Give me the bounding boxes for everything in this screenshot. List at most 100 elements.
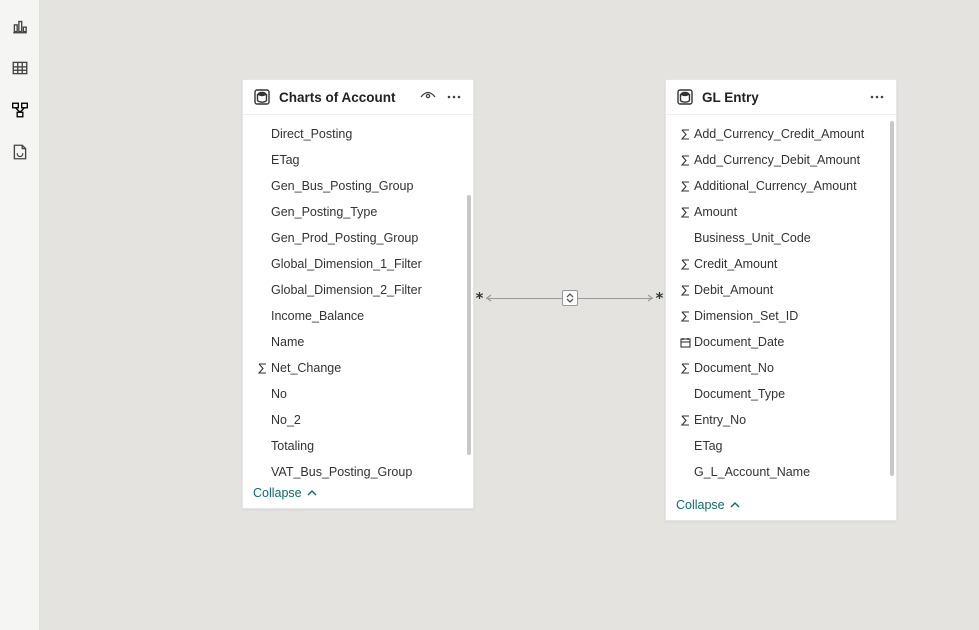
field-item[interactable]: Credit_Amount — [666, 251, 896, 277]
field-label: Direct_Posting — [271, 124, 463, 144]
field-item[interactable]: Add_Currency_Debit_Amount — [666, 147, 896, 173]
field-item[interactable]: Gen_Bus_Posting_Group — [243, 173, 473, 199]
visibility-toggle-icon[interactable] — [419, 88, 437, 106]
field-label: Entry_No — [694, 410, 886, 430]
field-item[interactable]: ETag — [243, 147, 473, 173]
collapse-button[interactable]: Collapse — [243, 480, 473, 508]
field-label: Global_Dimension_2_Filter — [271, 280, 463, 300]
sigma-icon — [253, 362, 271, 375]
field-label: Document_Date — [694, 332, 886, 352]
field-label: Name — [271, 332, 463, 352]
field-item[interactable]: Amount — [666, 199, 896, 225]
field-item[interactable]: Gen_Prod_Posting_Group — [243, 225, 473, 251]
table-title: Charts of Account — [279, 90, 411, 105]
view-sidebar — [0, 0, 40, 630]
field-item[interactable]: Dimension_Set_ID — [666, 303, 896, 329]
field-label: ETag — [694, 436, 886, 456]
scrollbar[interactable] — [890, 121, 894, 476]
calendar-icon — [676, 336, 694, 349]
table-header[interactable]: Charts of Account — [243, 80, 473, 115]
field-item[interactable]: Business_Unit_Code — [666, 225, 896, 251]
model-canvas[interactable]: Charts of Account Direct_Posting ETag Gen_… — [40, 0, 979, 630]
table-card-gl-entry[interactable]: GL Entry Add_Currency_Credit_AmountAdd_C… — [665, 79, 897, 521]
sigma-icon — [676, 362, 694, 375]
field-item[interactable]: Gen_Posting_Type — [243, 199, 473, 225]
field-label: Credit_Amount — [694, 254, 886, 274]
collapse-label: Collapse — [253, 486, 302, 500]
field-label: Net_Change — [271, 358, 463, 378]
field-label: G_L_Account_Name — [694, 462, 886, 482]
sigma-icon — [676, 310, 694, 323]
field-list: Add_Currency_Credit_Amount Add_Currency_D… — [666, 115, 896, 491]
sigma-icon — [676, 206, 694, 219]
field-label: Debit_Amount — [694, 280, 886, 300]
model-icon — [11, 101, 29, 124]
field-item[interactable]: VAT_Bus_Posting_Group — [243, 459, 473, 480]
collapse-label: Collapse — [676, 498, 725, 512]
dax-icon — [11, 143, 29, 166]
field-item[interactable]: Net_Change — [243, 355, 473, 381]
scrollbar[interactable] — [467, 195, 471, 455]
model-view-button[interactable] — [8, 100, 32, 124]
field-item[interactable]: Totaling — [243, 433, 473, 459]
field-item[interactable]: Document_Type — [666, 381, 896, 407]
field-item[interactable]: Entry_No — [666, 407, 896, 433]
table-icon — [11, 59, 29, 82]
sigma-icon — [676, 154, 694, 167]
field-label: Document_Type — [694, 384, 886, 404]
bar-chart-icon — [11, 17, 29, 40]
field-item[interactable]: ETag — [666, 433, 896, 459]
field-item[interactable]: Document_Date — [666, 329, 896, 355]
field-item[interactable]: Add_Currency_Credit_Amount — [666, 121, 896, 147]
field-label: ETag — [271, 150, 463, 170]
field-label: Amount — [694, 202, 886, 222]
field-label: Business_Unit_Code — [694, 228, 886, 248]
more-options-icon[interactable] — [868, 88, 886, 106]
sigma-icon — [676, 414, 694, 427]
field-item[interactable]: Document_No — [666, 355, 896, 381]
collapse-button[interactable]: Collapse — [666, 492, 896, 520]
field-label: Gen_Posting_Type — [271, 202, 463, 222]
table-header[interactable]: GL Entry — [666, 80, 896, 115]
field-item[interactable]: Direct_Posting — [243, 121, 473, 147]
chevron-up-icon — [306, 487, 318, 499]
field-label: Add_Currency_Debit_Amount — [694, 150, 886, 170]
sigma-icon — [676, 284, 694, 297]
sigma-icon — [676, 128, 694, 141]
field-label: Global_Dimension_1_Filter — [271, 254, 463, 274]
table-card-charts-of-account[interactable]: Charts of Account Direct_Posting ETag Gen_… — [242, 79, 474, 509]
table-title: GL Entry — [702, 90, 860, 105]
field-label: Dimension_Set_ID — [694, 306, 886, 326]
dax-query-button[interactable] — [8, 142, 32, 166]
cardinality-to: * — [653, 289, 666, 307]
field-item[interactable]: Name — [243, 329, 473, 355]
table-entity-icon — [676, 88, 694, 106]
table-entity-icon — [253, 88, 271, 106]
field-item[interactable]: G_L_Account_Name — [666, 459, 896, 485]
field-label: Gen_Prod_Posting_Group — [271, 228, 463, 248]
field-label: Add_Currency_Credit_Amount — [694, 124, 886, 144]
field-item[interactable]: Income_Balance — [243, 303, 473, 329]
field-label: No — [271, 384, 463, 404]
field-item[interactable]: No_2 — [243, 407, 473, 433]
arrow-left-icon — [485, 294, 493, 302]
field-label: No_2 — [271, 410, 463, 430]
filter-direction-icon[interactable] — [562, 290, 578, 306]
sigma-icon — [676, 258, 694, 271]
field-label: Document_No — [694, 358, 886, 378]
field-item[interactable]: Global_Dimension_1_Filter — [243, 251, 473, 277]
field-label: VAT_Bus_Posting_Group — [271, 462, 463, 480]
relationship-line[interactable]: * * — [473, 290, 666, 306]
more-options-icon[interactable] — [445, 88, 463, 106]
field-label: Gen_Bus_Posting_Group — [271, 176, 463, 196]
arrow-right-icon — [646, 294, 654, 302]
report-view-button[interactable] — [8, 16, 32, 40]
field-item[interactable]: Global_Dimension_2_Filter — [243, 277, 473, 303]
field-label: Totaling — [271, 436, 463, 456]
field-item[interactable]: No — [243, 381, 473, 407]
field-label: Additional_Currency_Amount — [694, 176, 886, 196]
field-item[interactable]: Debit_Amount — [666, 277, 896, 303]
field-label: Income_Balance — [271, 306, 463, 326]
data-view-button[interactable] — [8, 58, 32, 82]
field-item[interactable]: Additional_Currency_Amount — [666, 173, 896, 199]
